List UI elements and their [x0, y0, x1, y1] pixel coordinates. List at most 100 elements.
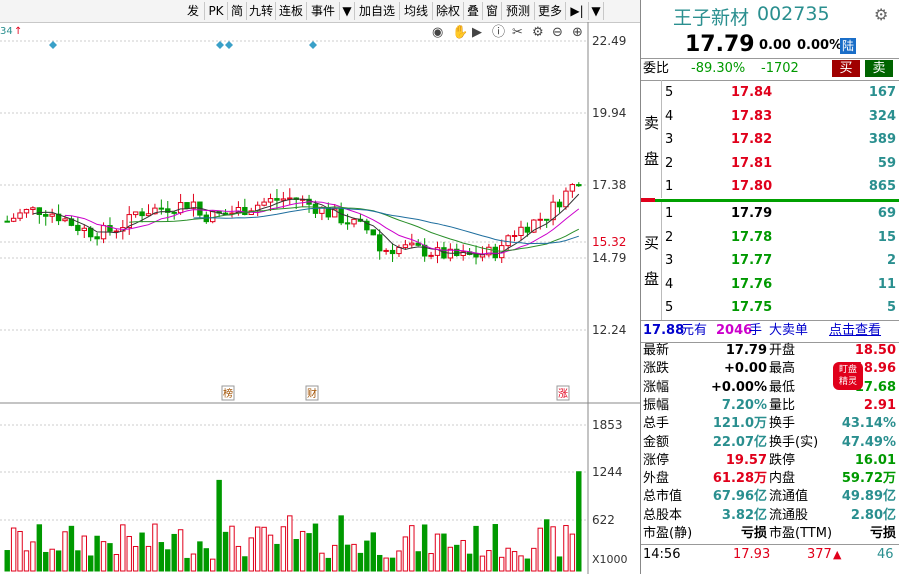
settings-icon[interactable]: ⚙: [532, 25, 544, 40]
watch-sprite-badge[interactable]: 盯盘 精灵: [833, 362, 863, 390]
volume-bar: [428, 553, 434, 572]
stat-label: 涨跌: [643, 361, 670, 377]
toolbar-button-2[interactable]: 简: [228, 2, 247, 20]
kline-chart-area[interactable]: 22.49 19.94 17.38 15.32 14.79 12.24 1853 1244 62…: [0, 22, 640, 574]
sell-price: 17.83: [731, 108, 773, 124]
stat-label: 金额: [643, 434, 670, 450]
candle-body: [30, 207, 36, 210]
stat-label: 最低: [769, 379, 796, 395]
buy-level-row[interactable]: 5 17.75 5: [641, 297, 899, 319]
sell-level-row[interactable]: 2 17.81 59: [641, 153, 899, 175]
volume-bar: [569, 533, 576, 572]
volume-bar: [100, 541, 107, 572]
volume-bar: [447, 546, 454, 572]
weibi-label: 委比: [643, 61, 670, 76]
volume-bar: [518, 555, 524, 572]
stat-label: 量比: [769, 397, 796, 413]
scissors-icon[interactable]: ✂: [512, 25, 523, 40]
toolbar-button-6[interactable]: ▼: [340, 2, 355, 20]
volume-bar: [261, 526, 267, 572]
toolbar-button-9[interactable]: 除权: [433, 2, 464, 20]
candle-body: [23, 208, 30, 214]
sell-volume: 59: [877, 155, 896, 171]
toolbar-button-11[interactable]: 窗: [483, 2, 502, 20]
buy-button[interactable]: 买: [832, 60, 860, 77]
buy-volume: 15: [877, 229, 896, 245]
event-diamond-icon: [309, 41, 317, 49]
zoom-out-icon[interactable]: ⊖: [552, 25, 563, 40]
sell-level-row[interactable]: 4 17.83 324: [641, 106, 899, 128]
hand-icon[interactable]: ✋: [452, 24, 468, 40]
top-left-label: 34: [0, 26, 13, 37]
price-tick-label: 22.49: [592, 34, 626, 48]
candle-body: [274, 198, 280, 201]
current-price: 17.79: [685, 32, 755, 57]
volume-bar: [409, 525, 415, 572]
candle-body: [94, 236, 100, 240]
tick-volume: 377: [807, 547, 832, 562]
toolbar-button-0[interactable]: 发: [182, 2, 205, 20]
event-marker-label: 财: [307, 387, 317, 400]
gear-icon[interactable]: ⚙: [874, 5, 888, 24]
volume-bar: [203, 548, 210, 572]
weibi-value: -89.30%: [691, 61, 746, 76]
sell-level-row[interactable]: 1 17.80 865: [641, 176, 899, 198]
volume-bar: [81, 535, 87, 572]
toolbar-button-7[interactable]: 加自选: [355, 2, 400, 20]
candle-body: [184, 202, 190, 209]
toolbar-button-12[interactable]: 预测: [502, 2, 535, 20]
stat-label: 流通股: [769, 507, 809, 523]
quote-panel: 王子新材 002735 ⚙ 17.79 0.00 0.00% 陆 委比 -89.…: [640, 0, 899, 574]
stat-value: 59.72万: [841, 471, 896, 487]
ma20-line: [129, 206, 580, 252]
play-icon[interactable]: ▶: [472, 25, 482, 40]
toolbar-button-14[interactable]: ▶|: [566, 2, 589, 20]
volume-bar: [267, 534, 274, 572]
info-icon[interactable]: ⓘ: [492, 25, 505, 40]
volume-bar: [171, 533, 177, 572]
toolbar-button-1[interactable]: PK: [205, 2, 228, 20]
buy-level-row[interactable]: 3 17.77 2: [641, 250, 899, 272]
candle-body: [351, 218, 357, 225]
event-marker-label: 榜: [223, 387, 233, 400]
toolbar-button-4[interactable]: 连板: [276, 2, 307, 20]
volume-bar: [36, 524, 43, 572]
candle-body: [344, 222, 351, 225]
stat-label: 市盈(静): [643, 526, 693, 541]
toolbar-button-13[interactable]: 更多: [535, 2, 566, 20]
candle-body: [62, 218, 68, 222]
tick-row: 14:56 17.93 377 ▲ 46: [641, 544, 899, 566]
sell-volume: 389: [868, 132, 896, 147]
weibi-row: 委比 -89.30% -1702 买 卖: [641, 58, 899, 80]
zoom-in-icon[interactable]: ⊕: [572, 25, 583, 40]
toolbar-button-3[interactable]: 九转: [247, 2, 276, 20]
stat-value: 7.20%: [721, 397, 767, 413]
sell-volume: 324: [868, 108, 896, 124]
buy-level-row[interactable]: 4 17.76 11: [641, 274, 899, 296]
sell-button[interactable]: 卖: [865, 60, 893, 77]
volume-bar: [492, 524, 499, 572]
candle-body: [576, 184, 582, 187]
toolbar-button-5[interactable]: 事件: [307, 2, 340, 20]
eye-icon[interactable]: ◉: [432, 25, 443, 40]
price-tick-label: 17.38: [592, 178, 626, 192]
volume-bar: [332, 544, 338, 572]
volume-bar: [524, 558, 531, 572]
volume-bar: [94, 535, 100, 572]
candle-body: [158, 207, 165, 210]
sell-level-row[interactable]: 5 17.84 167: [641, 82, 899, 104]
toolbar-button-10[interactable]: 叠: [464, 2, 483, 20]
sell-level-row[interactable]: 3 17.82 389: [641, 129, 899, 151]
volume-bar: [299, 530, 306, 572]
buy-price: 17.76: [731, 276, 773, 292]
kline-chart[interactable]: 22.49 19.94 17.38 15.32 14.79 12.24 1853 1244 62…: [0, 22, 640, 574]
volume-bar: [75, 550, 81, 572]
view-details-link[interactable]: 点击查看: [829, 320, 881, 342]
toolbar-button-15[interactable]: ▼: [589, 2, 604, 20]
stat-label: 涨幅: [643, 379, 670, 395]
ma5-line: [32, 193, 580, 256]
buy-level-row[interactable]: 1 17.79 69: [641, 203, 899, 225]
candle-body: [261, 201, 267, 206]
toolbar-button-8[interactable]: 均线: [400, 2, 433, 20]
buy-level-row[interactable]: 2 17.78 15: [641, 227, 899, 249]
